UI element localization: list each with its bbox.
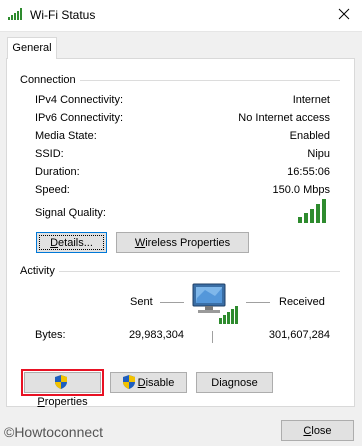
watermark: ©Howtoconnect [4, 424, 104, 440]
duration-value: 16:55:06 [287, 166, 330, 178]
wifi-signal-icon [8, 8, 22, 20]
close-icon[interactable] [334, 4, 354, 24]
close-button[interactable]: Close [281, 420, 354, 441]
bytes-received-value: 301,607,284 [268, 329, 330, 341]
ssid-label: SSID: [35, 148, 64, 160]
bytes-sent-value: 29,983,304 [128, 329, 184, 341]
activity-group-line [20, 271, 340, 272]
wireless-properties-button[interactable]: Wireless Properties [116, 232, 249, 253]
signal-bars-icon [298, 199, 326, 223]
ssid-value: Nipu [307, 148, 330, 160]
media-state-label: Media State: [35, 130, 97, 142]
received-label: Received [279, 296, 325, 308]
properties-button[interactable]: Properties [21, 369, 104, 408]
activity-group-label: Activity [20, 265, 59, 277]
signal-quality-label: Signal Quality: [35, 207, 106, 219]
ipv4-label: IPv4 Connectivity: [35, 94, 124, 106]
speed-label: Speed: [35, 184, 70, 196]
window-title: Wi-Fi Status [30, 8, 96, 22]
bytes-divider [212, 331, 213, 343]
bytes-label: Bytes: [35, 329, 66, 341]
uac-shield-icon [55, 375, 67, 389]
title-bar: Wi-Fi Status [0, 0, 362, 31]
details-button[interactable]: Details... [36, 232, 107, 253]
title-separator [0, 31, 362, 32]
speed-value: 150.0 Mbps [272, 184, 330, 196]
tab-general[interactable]: General [7, 37, 57, 59]
ipv6-label: IPv6 Connectivity: [35, 112, 124, 124]
connection-group-label: Connection [20, 74, 80, 86]
media-state-value: Enabled [289, 130, 330, 142]
ipv6-value: No Internet access [238, 112, 330, 124]
uac-shield-icon [122, 375, 135, 389]
received-line [246, 302, 270, 303]
sent-line [160, 302, 184, 303]
sent-label: Sent [130, 296, 153, 308]
network-computer-icon [192, 283, 238, 324]
disable-button[interactable]: Disable [110, 372, 187, 393]
duration-label: Duration: [35, 166, 80, 178]
diagnose-button[interactable]: Diagnose [196, 372, 273, 393]
ipv4-value: Internet [292, 94, 330, 106]
